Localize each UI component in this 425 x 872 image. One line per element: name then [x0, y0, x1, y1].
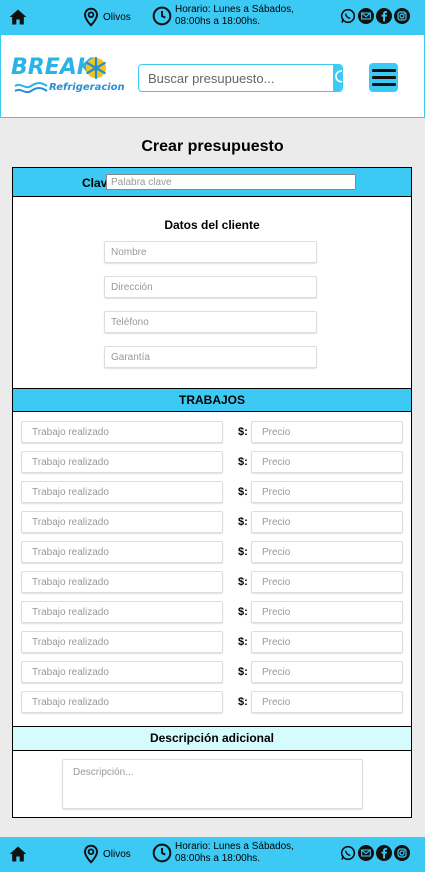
hours-text: Horario: Lunes a Sábados, 08:00hs a 18:0… [175, 841, 294, 864]
trabajo-row: $: [21, 601, 403, 623]
top-info-bar: Olivos Horario: Lunes a Sábados, 08:00hs… [0, 0, 425, 35]
trabajo-input[interactable] [21, 451, 223, 473]
currency-label: $: [238, 426, 248, 438]
logo-subtext: Refrigeracion [49, 82, 125, 93]
trabajos-header: TRABAJOS [13, 389, 411, 412]
trabajo-row: $: [21, 571, 403, 593]
trabajo-input[interactable] [21, 511, 223, 533]
location-pin-icon [84, 7, 98, 27]
trabajo-input[interactable] [21, 571, 223, 593]
bottom-info-bar: Olivos Horario: Lunes a Sábados, 08:00hs… [0, 837, 425, 872]
trabajo-input[interactable] [21, 601, 223, 623]
trabajo-input[interactable] [21, 421, 223, 443]
precio-input[interactable] [251, 511, 403, 533]
search-input[interactable] [139, 65, 333, 91]
currency-label: $: [238, 456, 248, 468]
precio-input[interactable] [251, 571, 403, 593]
budget-form: Clave: Datos del cliente TRABAJOS $:$:$:… [12, 167, 412, 818]
trabajo-input[interactable] [21, 691, 223, 713]
descripcion-section [13, 751, 411, 817]
client-section-title: Datos del cliente [164, 218, 260, 232]
precio-input[interactable] [251, 481, 403, 503]
trabajo-input[interactable] [21, 481, 223, 503]
location-pin-icon [84, 844, 98, 864]
currency-label: $: [238, 486, 248, 498]
currency-label: $: [238, 696, 248, 708]
opening-hours: Horario: Lunes a Sábados, 08:00hs a 18:0… [152, 841, 300, 865]
facebook-icon[interactable] [376, 8, 392, 24]
telefono-field[interactable] [104, 311, 317, 333]
precio-input[interactable] [251, 691, 403, 713]
currency-label: $: [238, 666, 248, 678]
site-header: BREAK Refrigeracion [0, 35, 425, 118]
location-text: Olivos [103, 11, 131, 23]
trabajo-row: $: [21, 481, 403, 503]
whatsapp-icon[interactable] [340, 845, 356, 861]
clock-icon [152, 6, 172, 26]
currency-label: $: [238, 636, 248, 648]
location-text: Olivos [103, 848, 131, 860]
precio-input[interactable] [251, 421, 403, 443]
trabajo-row: $: [21, 511, 403, 533]
location: Olivos [82, 844, 131, 864]
home-icon[interactable] [8, 844, 28, 864]
nombre-field[interactable] [104, 241, 317, 263]
precio-input[interactable] [251, 451, 403, 473]
instagram-icon[interactable] [394, 8, 410, 24]
trabajo-row: $: [21, 451, 403, 473]
direccion-field[interactable] [104, 276, 317, 298]
precio-input[interactable] [251, 601, 403, 623]
instagram-icon[interactable] [394, 845, 410, 861]
facebook-icon[interactable] [376, 845, 392, 861]
hamburger-line [371, 83, 396, 86]
currency-label: $: [238, 516, 248, 528]
client-section: Datos del cliente [13, 197, 411, 389]
currency-label: $: [238, 576, 248, 588]
trabajo-row: $: [21, 661, 403, 683]
trabajo-input[interactable] [21, 631, 223, 653]
search-bar [138, 64, 343, 92]
clock-icon [152, 843, 172, 863]
sun-snowflake-icon [86, 56, 106, 80]
precio-input[interactable] [251, 661, 403, 683]
social-links [340, 8, 410, 24]
hours-text: Horario: Lunes a Sábados, 08:00hs a 18:0… [175, 4, 294, 27]
email-icon[interactable] [358, 8, 374, 24]
trabajos-list: $: $: $: $: $: $: $: $: $: $: [13, 412, 411, 727]
logo-text: BREAK [11, 55, 94, 80]
hamburger-line [371, 76, 396, 79]
trabajo-input[interactable] [21, 661, 223, 683]
opening-hours: Horario: Lunes a Sábados, 08:00hs a 18:0… [152, 4, 300, 28]
wave-icon [14, 82, 48, 94]
home-icon[interactable] [8, 7, 28, 27]
precio-input[interactable] [251, 541, 403, 563]
currency-label: $: [238, 546, 248, 558]
garantia-field[interactable] [104, 346, 317, 368]
social-links [340, 845, 410, 861]
trabajo-row: $: [21, 541, 403, 563]
currency-label: $: [238, 606, 248, 618]
descripcion-textarea[interactable] [62, 759, 363, 809]
search-icon [335, 70, 342, 83]
whatsapp-icon[interactable] [340, 8, 356, 24]
clave-input[interactable] [106, 174, 356, 190]
precio-input[interactable] [251, 631, 403, 653]
hamburger-line [371, 69, 396, 72]
trabajo-input[interactable] [21, 541, 223, 563]
trabajo-row: $: [21, 691, 403, 713]
page-title: Crear presupuesto [141, 138, 284, 155]
search-button[interactable] [333, 65, 342, 91]
clave-section: Clave: [13, 168, 411, 197]
trabajo-row: $: [21, 631, 403, 653]
email-icon[interactable] [358, 845, 374, 861]
brand-logo[interactable]: BREAK Refrigeracion [11, 55, 125, 97]
descripcion-header: Descripción adicional [13, 727, 411, 751]
trabajo-row: $: [21, 421, 403, 443]
location: Olivos [82, 7, 131, 27]
menu-button[interactable] [369, 63, 398, 92]
